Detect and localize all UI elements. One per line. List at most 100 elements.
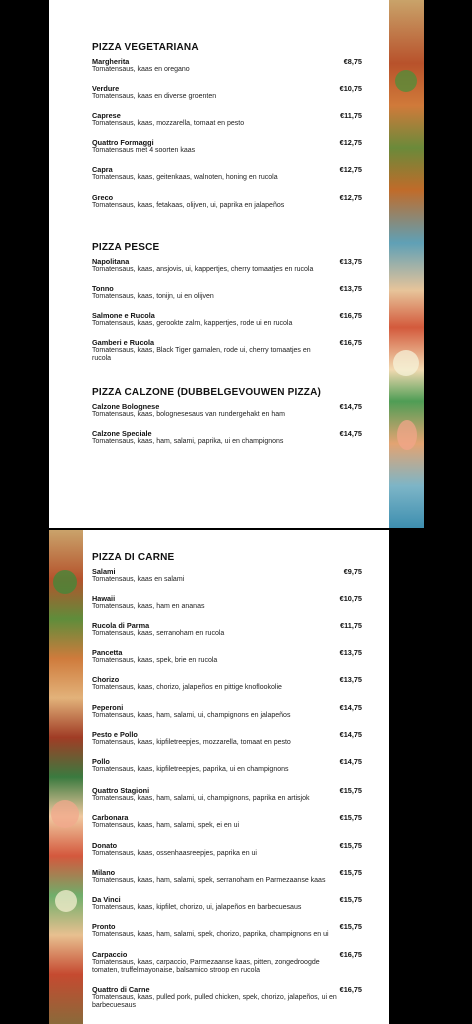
item-name: Pesto e Pollo [92,730,138,739]
item-description: Tomatensaus, kaas en salami [92,576,185,583]
item-name: Quattro di Carne [92,985,150,994]
item-name: Greco [92,193,114,202]
item-price: €8,75 [343,57,362,66]
item-price: €16,75 [339,950,362,959]
menu-item: Carpaccio Tomatensaus, kaas, carpaccio, … [92,950,362,976]
menu-item: Salmone e Rucola Tomatensaus, kaas, gero… [92,311,362,328]
item-description: Tomatensaus, kaas, pulled pork, pulled c… [92,994,337,1010]
salmon-decoration [397,420,417,450]
item-description: Tomatensaus, kaas, kipfiletreepjes, papr… [92,766,289,773]
menu-item: Greco Tomatensaus, kaas, fetakaas, olijv… [92,193,362,210]
item-name: Caprese [92,111,121,120]
item-name: Quattro Stagioni [92,786,150,795]
item-price: €12,75 [339,193,362,202]
item-name: Carbonara [92,813,129,822]
item-price: €15,75 [339,813,362,822]
lime-slice-decoration [393,350,419,376]
item-name: Salami [92,567,116,576]
menu-item: Carbonara Tomatensaus, kaas, ham, salami… [92,813,362,830]
item-name: Peperoni [92,703,124,712]
item-price: €13,75 [339,648,362,657]
item-name: Hawaii [92,594,116,603]
menu-item: Salami Tomatensaus, kaas en salami €9,75 [92,567,362,584]
item-description: Tomatensaus, kaas, ham, salami, spek, ch… [92,931,329,938]
menu-item: Donato Tomatensaus, kaas, ossenhaasreepj… [92,841,362,858]
item-description: Tomatensaus, kaas, mozzarella, tomaat en… [92,120,245,127]
menu-item: Calzone Speciale Tomatensaus, kaas, ham,… [92,429,362,446]
menu-item: Caprese Tomatensaus, kaas, mozzarella, t… [92,111,362,128]
menu-item: Peperoni Tomatensaus, kaas, ham, salami,… [92,703,362,720]
item-name: Gamberi e Rucola [92,338,155,347]
basil-leaf-decoration [53,570,77,594]
menu-page-1: PIZZA VEGETARIANA Margherita Tomatensaus… [49,0,389,528]
item-description: Tomatensaus, kaas, serranoham en rucola [92,630,225,637]
item-price: €15,75 [339,841,362,850]
item-name: Pancetta [92,648,123,657]
item-description: Tomatensaus, kaas, ham, salami, spek, se… [92,877,326,884]
item-description: Tomatensaus, kaas, kipfilet, chorizo, ui… [92,904,302,911]
item-name: Calzone Bolognese [92,402,160,411]
item-price: €12,75 [339,138,362,147]
menu-item: Calzone Bolognese Tomatensaus, kaas, bol… [92,402,362,419]
item-price: €13,75 [339,675,362,684]
menu-item: Quattro Stagioni Tomatensaus, kaas, ham,… [92,786,362,803]
item-name: Calzone Speciale [92,429,152,438]
item-description: Tomatensaus, kaas, ham en ananas [92,603,205,610]
section-title-pesce: PIZZA PESCE [92,242,160,253]
menu-item: Gamberi e Rucola Tomatensaus, kaas, Blac… [92,338,362,364]
item-price: €15,75 [339,786,362,795]
item-price: €10,75 [339,84,362,93]
item-price: €10,75 [339,594,362,603]
item-description: Tomatensaus, kaas, carpaccio, Parmezaans… [92,959,320,975]
item-price: €13,75 [339,284,362,293]
item-price: €16,75 [339,311,362,320]
salmon-decoration [51,800,79,828]
item-price: €15,75 [339,868,362,877]
menu-item: Quattro Formaggi Tomatensaus met 4 soort… [92,138,362,155]
item-name: Da Vinci [92,895,121,904]
item-name: Salmone e Rucola [92,311,155,320]
item-name: Pollo [92,757,110,766]
item-description: Tomatensaus, kaas, ham, salami, ui, cham… [92,712,291,719]
item-description: Tomatensaus, kaas, ansjovis, ui, kappert… [92,266,314,273]
item-description: Tomatensaus met 4 soorten kaas [92,147,196,154]
item-price: €15,75 [339,895,362,904]
item-price: €9,75 [343,567,362,576]
section-title-carne: PIZZA DI CARNE [92,552,175,563]
section-title-vegetariana: PIZZA VEGETARIANA [92,42,199,53]
item-name: Milano [92,868,116,877]
item-name: Carpaccio [92,950,128,959]
item-description: Tomatensaus, kaas en oregano [92,66,190,73]
item-name: Quattro Formaggi [92,138,154,147]
item-description: Tomatensaus, kaas, geitenkaas, walnoten,… [92,174,278,181]
menu-item: Pesto e Pollo Tomatensaus, kaas, kipfile… [92,730,362,747]
item-name: Donato [92,841,118,850]
menu-page-2: PIZZA DI CARNE Salami Tomatensaus, kaas … [83,530,389,1024]
item-price: €14,75 [339,757,362,766]
item-name: Napolitana [92,257,130,266]
item-description: Tomatensaus, kaas, spek, brie en rucola [92,657,218,664]
menu-item: Verdure Tomatensaus, kaas en diverse gro… [92,84,362,101]
item-price: €16,75 [339,338,362,347]
item-description: Tomatensaus, kaas, gerookte zalm, kapper… [92,320,293,327]
section-title-calzone: PIZZA CALZONE (DUBBELGEVOUWEN PIZZA) [92,387,322,398]
item-description: Tomatensaus, kaas, ossenhaasreepjes, pap… [92,850,257,857]
item-name: Capra [92,165,113,174]
item-description: Tomatensaus, kaas en diverse groenten [92,93,217,100]
item-description: Tomatensaus, kaas, Black Tiger garnalen,… [92,347,311,363]
menu-item: Tonno Tomatensaus, kaas, tonijn, ui en o… [92,284,362,301]
menu-item: Quattro di Carne Tomatensaus, kaas, pull… [92,985,362,1011]
item-price: €14,75 [339,402,362,411]
item-description: Tomatensaus, kaas, chorizo, jalapeños en… [92,684,282,691]
item-price: €14,75 [339,429,362,438]
item-name: Chorizo [92,675,120,684]
item-price: €14,75 [339,703,362,712]
item-price: €11,75 [340,621,362,630]
item-description: Tomatensaus, kaas, kipfiletreepjes, mozz… [92,739,291,746]
menu-item: Pollo Tomatensaus, kaas, kipfiletreepjes… [92,757,362,774]
item-description: Tomatensaus, kaas, tonijn, ui en olijven [92,293,214,300]
pizza-photo-left [49,530,83,1024]
item-name: Verdure [92,84,120,93]
menu-item: Margherita Tomatensaus, kaas en oregano … [92,57,362,74]
item-description: Tomatensaus, kaas, bolognesesaus van run… [92,411,286,418]
